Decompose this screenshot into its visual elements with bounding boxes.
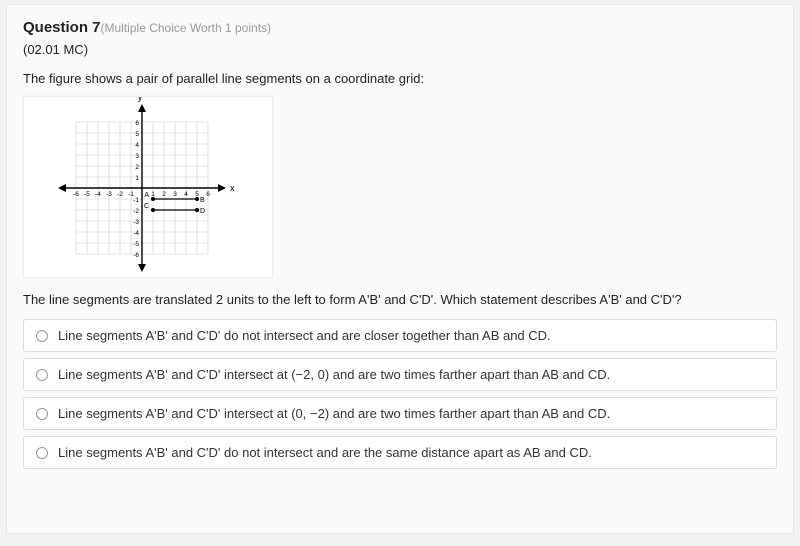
svg-text:-2: -2 xyxy=(117,191,123,198)
option-label: Line segments A'B' and C'D' intersect at… xyxy=(58,406,610,421)
svg-text:4: 4 xyxy=(135,142,139,149)
question-prompt-2: The line segments are translated 2 units… xyxy=(23,292,777,307)
question-code: (02.01 MC) xyxy=(23,42,777,57)
option-row-1[interactable]: Line segments A'B' and C'D' intersect at… xyxy=(23,358,777,391)
radio-icon[interactable] xyxy=(36,369,48,381)
svg-text:3: 3 xyxy=(135,153,139,160)
svg-text:1: 1 xyxy=(135,175,139,182)
radio-icon[interactable] xyxy=(36,330,48,342)
option-label: Line segments A'B' and C'D' do not inter… xyxy=(58,328,551,343)
svg-text:-1: -1 xyxy=(133,197,139,204)
svg-text:3: 3 xyxy=(173,191,177,198)
options-list: Line segments A'B' and C'D' do not inter… xyxy=(23,319,777,469)
svg-text:y: y xyxy=(138,97,143,102)
svg-text:A: A xyxy=(144,192,149,199)
option-row-0[interactable]: Line segments A'B' and C'D' do not inter… xyxy=(23,319,777,352)
svg-text:-2: -2 xyxy=(133,208,139,215)
option-row-2[interactable]: Line segments A'B' and C'D' intersect at… xyxy=(23,397,777,430)
svg-text:2: 2 xyxy=(162,191,166,198)
option-label: Line segments A'B' and C'D' intersect at… xyxy=(58,367,610,382)
coordinate-grid-figure: xy-6-5-4-3-2-1123456-6-5-4-3-2-1123456AB… xyxy=(23,96,273,278)
svg-text:-6: -6 xyxy=(133,252,139,259)
question-header: Question 7(Multiple Choice Worth 1 point… xyxy=(23,19,777,36)
svg-text:2: 2 xyxy=(135,164,139,171)
grid-svg: xy-6-5-4-3-2-1123456-6-5-4-3-2-1123456AB… xyxy=(24,97,274,279)
svg-text:-4: -4 xyxy=(95,191,101,198)
svg-text:-5: -5 xyxy=(84,191,90,198)
svg-text:-4: -4 xyxy=(133,230,139,237)
svg-text:C: C xyxy=(144,203,149,210)
option-label: Line segments A'B' and C'D' do not inter… xyxy=(58,445,592,460)
question-title: Question 7 xyxy=(23,19,101,36)
radio-icon[interactable] xyxy=(36,408,48,420)
svg-text:1: 1 xyxy=(151,191,155,198)
svg-text:6: 6 xyxy=(135,120,139,127)
radio-icon[interactable] xyxy=(36,447,48,459)
svg-text:x: x xyxy=(230,183,235,193)
svg-text:5: 5 xyxy=(195,191,199,198)
option-row-3[interactable]: Line segments A'B' and C'D' do not inter… xyxy=(23,436,777,469)
svg-text:B: B xyxy=(200,197,205,204)
svg-text:-3: -3 xyxy=(106,191,112,198)
question-meta: (Multiple Choice Worth 1 points) xyxy=(101,21,272,35)
svg-text:-6: -6 xyxy=(73,191,79,198)
question-card: Question 7(Multiple Choice Worth 1 point… xyxy=(6,4,794,534)
svg-text:-5: -5 xyxy=(133,241,139,248)
svg-text:5: 5 xyxy=(135,131,139,138)
svg-text:D: D xyxy=(200,208,205,215)
svg-text:6: 6 xyxy=(206,191,210,198)
svg-text:-3: -3 xyxy=(133,219,139,226)
svg-text:4: 4 xyxy=(184,191,188,198)
svg-text:-1: -1 xyxy=(128,191,134,198)
question-prompt-1: The figure shows a pair of parallel line… xyxy=(23,71,777,86)
